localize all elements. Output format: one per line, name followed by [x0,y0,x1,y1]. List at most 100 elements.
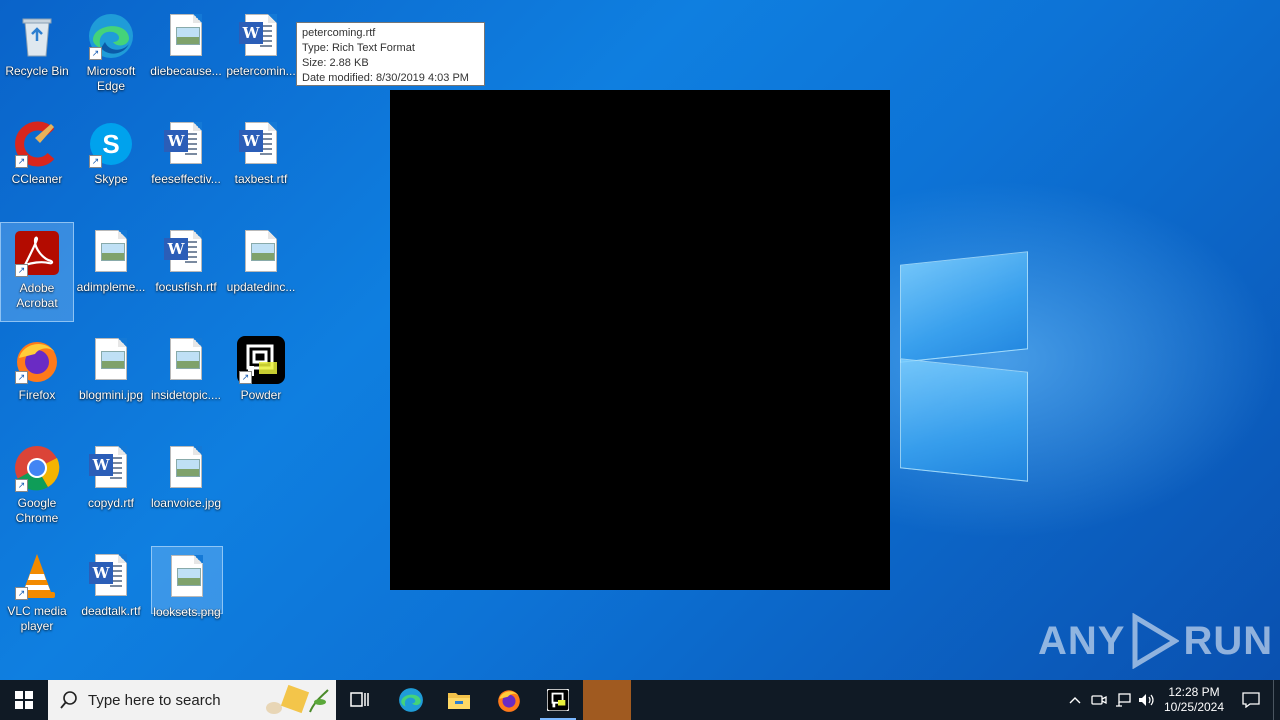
search-highlight-icon [266,684,329,714]
desktop-icon-vlc[interactable]: ↗ VLC media player [0,546,74,646]
adobe-acrobat-icon: ↗ [13,229,61,277]
skype-icon: S ↗ [87,120,135,168]
icon-label: CCleaner [11,172,63,186]
notification-center-button[interactable] [1229,680,1273,720]
desktop-icon-ccleaner[interactable]: ↗ CCleaner [0,114,74,214]
desktop-icon-powder[interactable]: ↗ Powder [224,330,298,430]
icon-label: Adobe Acrobat [16,281,58,310]
word-rtf-icon: W [162,228,210,276]
icon-label: deadtalk.rtf [81,604,141,618]
taskbar-edge[interactable] [387,680,435,720]
shortcut-arrow-icon: ↗ [89,155,102,168]
icon-label: Google Chrome [15,496,59,525]
desktop-icon-diebecause[interactable]: diebecause... [149,6,223,106]
watermark-text-left: ANY [1038,618,1126,663]
image-file-icon [162,12,210,60]
clock-time: 12:28 PM [1168,685,1220,699]
icon-label: loanvoice.jpg [150,496,222,510]
watermark-text-right: RUN [1183,618,1274,663]
file-explorer-icon [448,693,470,709]
search-icon [60,691,77,709]
chrome-icon: ↗ [13,444,61,492]
desktop-icon-insidetopic[interactable]: insidetopic.... [149,330,223,430]
desktop-icon-adimpleme[interactable]: adimpleme... [74,222,148,322]
taskbar-running-app[interactable] [583,680,631,720]
desktop-icon-deadtalk[interactable]: W deadtalk.rtf [74,546,148,646]
vlc-icon: ↗ [13,552,61,600]
image-file-icon [237,228,285,276]
word-rtf-icon: W [87,444,135,492]
edge-icon: ↗ [87,12,135,60]
taskbar-search-box[interactable]: Type here to search [48,680,336,720]
tooltip-date-modified: Date modified: 8/30/2019 4:03 PM [302,72,469,84]
volume-icon[interactable] [1135,680,1159,720]
system-tray: 12:28 PM 10/25/2024 [1063,680,1280,720]
desktop-icon-focusfish[interactable]: W focusfish.rtf [149,222,223,322]
shortcut-arrow-icon: ↗ [15,587,28,600]
icon-label: taxbest.rtf [234,172,288,186]
desktop[interactable]: Recycle Bin ↗ CCleaner ↗ Adobe Acrobat ↗… [0,0,1280,680]
desktop-icon-loanvoice[interactable]: loanvoice.jpg [149,438,223,538]
desktop-icon-petercoming[interactable]: W petercomin... [224,6,298,106]
word-rtf-icon: W [237,120,285,168]
desktop-icon-copyd[interactable]: W copyd.rtf [74,438,148,538]
icon-label: copyd.rtf [87,496,135,510]
taskbar-powder[interactable] [534,680,582,720]
icon-label: blogmini.jpg [78,388,144,402]
chevron-up-icon[interactable] [1063,680,1087,720]
firefox-icon: ↗ [13,336,61,384]
task-view-icon [350,692,369,707]
desktop-icon-google-chrome[interactable]: ↗ Google Chrome [0,438,74,538]
clock-date: 10/25/2024 [1163,700,1225,714]
desktop-icon-recycle-bin[interactable]: Recycle Bin [0,6,74,106]
taskbar-firefox[interactable] [485,680,533,720]
image-file-icon [162,336,210,384]
powder-icon: ↗ [237,336,285,384]
tooltip-type: Type: Rich Text Format [302,42,415,54]
wallpaper-logo-pane [900,358,1028,482]
shortcut-arrow-icon: ↗ [15,479,28,492]
icon-label: Skype [94,172,128,186]
black-window[interactable] [390,90,890,590]
shortcut-arrow-icon: ↗ [15,371,28,384]
svg-text:S: S [102,129,119,159]
wallpaper-glow [880,180,1280,540]
image-file-icon [87,228,135,276]
taskbar: Type here to search 12:28 PM 10/25/2024 [0,680,1280,720]
tooltip-filename: petercoming.rtf [302,27,376,39]
taskbar-clock[interactable]: 12:28 PM 10/25/2024 [1159,685,1229,715]
ccleaner-icon: ↗ [13,120,61,168]
icon-label: insidetopic.... [150,388,222,402]
start-button[interactable] [0,680,48,720]
notification-icon [1242,692,1260,708]
word-rtf-icon: W [162,120,210,168]
icon-label: Firefox [18,388,56,402]
anyrun-watermark: ANY RUN [1038,608,1273,674]
task-view-button[interactable] [336,680,384,720]
file-tooltip: petercoming.rtf Type: Rich Text Format S… [296,22,485,86]
icon-label: feeseffectiv... [151,172,221,186]
meet-now-icon[interactable] [1087,680,1111,720]
desktop-icon-looksets[interactable]: looksets.png [151,546,223,619]
show-desktop-button[interactable] [1273,680,1280,720]
desktop-icon-adobe-acrobat[interactable]: ↗ Adobe Acrobat [0,222,74,322]
wallpaper-logo-pane [900,251,1028,363]
network-icon[interactable] [1111,680,1135,720]
icon-label: looksets.png [153,605,221,619]
taskbar-file-explorer[interactable] [435,680,483,720]
shortcut-arrow-icon: ↗ [89,47,102,60]
desktop-icon-firefox[interactable]: ↗ Firefox [0,330,74,430]
recycle-bin-icon [13,12,61,60]
shortcut-arrow-icon: ↗ [15,155,28,168]
desktop-icon-updatedinc[interactable]: updatedinc... [224,222,298,322]
desktop-icon-blogmini[interactable]: blogmini.jpg [74,330,148,430]
image-file-icon [162,444,210,492]
icon-label: Recycle Bin [5,64,69,78]
desktop-icon-taxbest[interactable]: W taxbest.rtf [224,114,298,214]
word-rtf-icon: W [237,12,285,60]
tooltip-size: Size: 2.88 KB [302,57,369,69]
icon-label: Microsoft Edge [86,64,136,93]
desktop-icon-skype[interactable]: S ↗ Skype [74,114,148,214]
desktop-icon-feeseffectiv[interactable]: W feeseffectiv... [149,114,223,214]
desktop-icon-microsoft-edge[interactable]: ↗ Microsoft Edge [74,6,148,106]
